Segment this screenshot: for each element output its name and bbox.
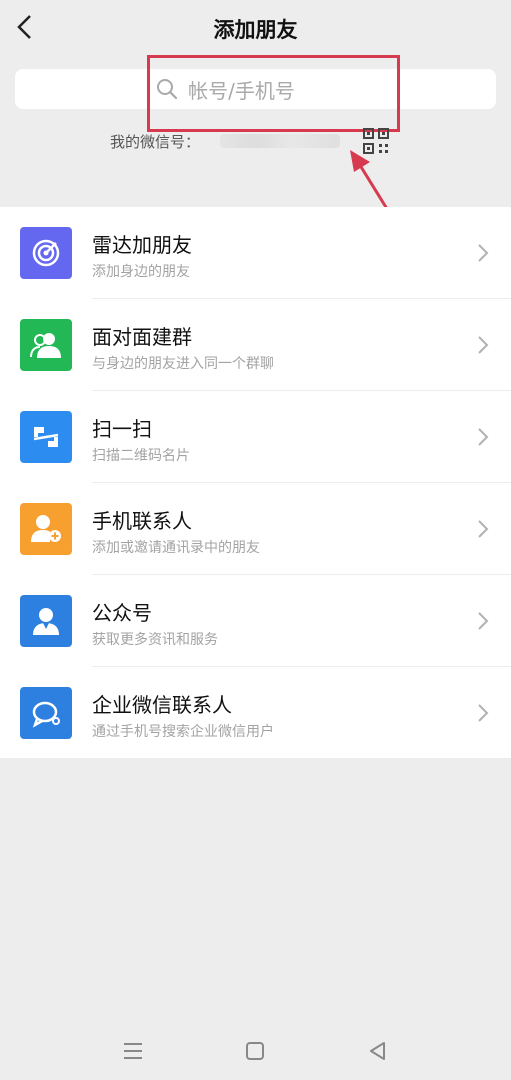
page-title: 添加朋友 xyxy=(213,18,298,42)
menu-item-subtitle: 与身边的朋友进入同一个群聊 xyxy=(92,356,274,372)
back-triangle-icon[interactable] xyxy=(365,1038,391,1064)
qr-code-icon[interactable] xyxy=(363,128,389,154)
menu-item-work-wechat-contacts[interactable]: 企业微信联系人 通过手机号搜索企业微信用户 xyxy=(0,667,511,759)
search-input[interactable]: 帐号/手机号 xyxy=(15,69,496,109)
add-contact-icon xyxy=(20,503,72,555)
menu-item-subtitle: 扫描二维码名片 xyxy=(92,448,190,464)
menu-item-phone-contacts[interactable]: 手机联系人 添加或邀请通讯录中的朋友 xyxy=(0,483,511,575)
chevron-right-icon xyxy=(478,520,489,538)
search-placeholder: 帐号/手机号 xyxy=(188,78,295,103)
menu-item-title: 雷达加朋友 xyxy=(92,233,192,257)
menu-icon[interactable] xyxy=(120,1038,146,1064)
work-wechat-icon xyxy=(20,687,72,739)
group-icon xyxy=(20,319,72,371)
official-account-icon xyxy=(20,595,72,647)
header: 添加朋友 xyxy=(0,0,511,56)
menu-item-title: 公众号 xyxy=(92,601,152,625)
menu-item-face-to-face-group[interactable]: 面对面建群 与身边的朋友进入同一个群聊 xyxy=(0,299,511,391)
scan-icon xyxy=(20,411,72,463)
menu-item-radar[interactable]: 雷达加朋友 添加身边的朋友 xyxy=(0,207,511,299)
menu-item-subtitle: 获取更多资讯和服务 xyxy=(92,632,218,648)
radar-icon xyxy=(20,227,72,279)
menu-item-title: 企业微信联系人 xyxy=(92,693,232,717)
search-icon xyxy=(157,79,178,100)
add-friend-menu: 雷达加朋友 添加身边的朋友 面对面建群 与身边的朋友进入同一个群聊 扫一扫 扫描… xyxy=(0,207,511,758)
chevron-right-icon xyxy=(478,428,489,446)
menu-item-scan[interactable]: 扫一扫 扫描二维码名片 xyxy=(0,391,511,483)
chevron-right-icon xyxy=(478,336,489,354)
chevron-right-icon xyxy=(478,244,489,262)
menu-item-subtitle: 通过手机号搜索企业微信用户 xyxy=(92,724,274,740)
chevron-right-icon xyxy=(478,612,489,630)
system-navigation-bar xyxy=(0,1020,511,1080)
menu-item-title: 面对面建群 xyxy=(92,325,192,349)
menu-item-subtitle: 添加或邀请通讯录中的朋友 xyxy=(92,540,260,556)
home-icon[interactable] xyxy=(242,1038,268,1064)
chevron-right-icon xyxy=(478,704,489,722)
menu-item-official-accounts[interactable]: 公众号 获取更多资讯和服务 xyxy=(0,575,511,667)
my-wechat-id-row: 我的微信号： xyxy=(0,126,511,156)
my-wechat-id-blurred xyxy=(220,134,340,148)
my-wechat-id-label: 我的微信号： xyxy=(110,133,201,151)
menu-item-title: 扫一扫 xyxy=(92,417,152,441)
menu-item-title: 手机联系人 xyxy=(92,509,192,533)
menu-item-subtitle: 添加身边的朋友 xyxy=(92,264,190,280)
